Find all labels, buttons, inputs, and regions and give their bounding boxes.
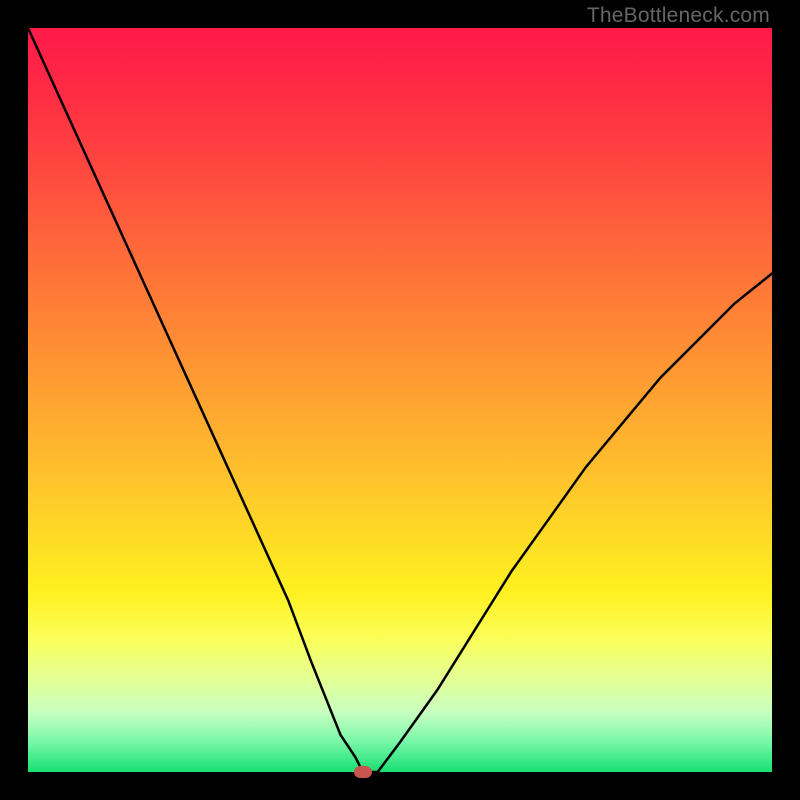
watermark-text: TheBottleneck.com <box>587 4 770 28</box>
plot-area <box>28 28 772 772</box>
chart-frame: TheBottleneck.com <box>0 0 800 800</box>
minimum-marker <box>354 766 372 778</box>
